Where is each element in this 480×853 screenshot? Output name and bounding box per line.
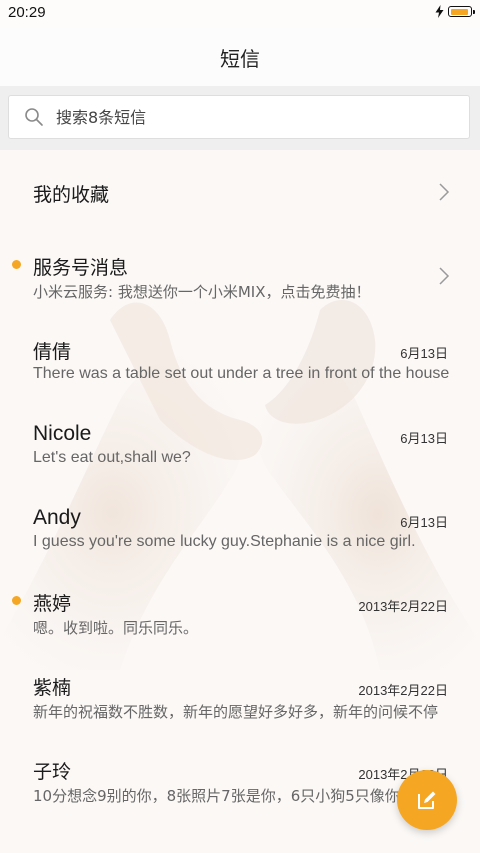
conversation-date: 6月13日 <box>400 346 448 361</box>
conversation-preview: 嗯。收到啦。同乐同乐。 <box>33 619 199 637</box>
conversation-row[interactable]: 服务号消息 小米云服务: 我想送你一个小米MIX，点击免费抽！ <box>0 234 480 318</box>
compose-button[interactable] <box>397 770 457 830</box>
compose-icon <box>418 791 436 809</box>
favorites-row[interactable]: 我的收藏 <box>0 150 480 234</box>
search-input[interactable] <box>56 107 416 127</box>
conversation-name: 服务号消息 <box>33 257 129 279</box>
conversation-name: 子玲 <box>33 761 72 783</box>
conversation-date: 2013年2月22日 <box>358 599 448 614</box>
conversation-date: 6月13日 <box>400 431 448 446</box>
unread-dot <box>12 596 21 605</box>
conversation-preview: There was a table set out under a tree i… <box>33 365 450 382</box>
conversation-row[interactable]: 倩倩 6月13日 There was a table set out under… <box>0 318 480 402</box>
conversation-preview: I guess you're some lucky guy.Stephanie … <box>33 533 416 550</box>
unread-dot <box>12 260 21 269</box>
conversation-preview: Let's eat out,shall we? <box>33 449 191 466</box>
status-icons <box>435 5 475 18</box>
conversation-row[interactable]: Andy 6月13日 I guess you're some lucky guy… <box>0 486 480 570</box>
conversation-name: Nicole <box>33 422 92 445</box>
conversation-row[interactable]: 紫楠 2013年2月22日 新年的祝福数不胜数，新年的愿望好多好多，新年的问候不… <box>0 654 480 738</box>
conversation-date: 6月13日 <box>400 515 448 530</box>
conversation-preview: 10分想念9别的你，8张照片7张是你，6只小狗5只像你 <box>33 787 400 805</box>
chevron-right-icon <box>439 183 450 201</box>
search-icon <box>24 107 44 127</box>
conversation-name: 倩倩 <box>33 341 72 363</box>
chevron-right-icon <box>439 267 450 285</box>
conversation-preview: 小米云服务: 我想送你一个小米MIX，点击免费抽！ <box>33 283 371 301</box>
conversation-date: 2013年2月22日 <box>358 683 448 698</box>
title-bar: 短信 <box>0 28 480 86</box>
search-box[interactable] <box>8 95 470 139</box>
conversation-preview: 新年的祝福数不胜数，新年的愿望好多好多，新年的问候不停 <box>33 703 439 721</box>
conversation-name: Andy <box>33 506 81 529</box>
status-time: 20:29 <box>8 4 46 21</box>
favorites-label: 我的收藏 <box>33 184 110 206</box>
conversation-name: 紫楠 <box>33 677 72 699</box>
conversation-name: 燕婷 <box>33 593 72 615</box>
page-title: 短信 <box>220 46 260 71</box>
conversation-row[interactable]: Nicole 6月13日 Let's eat out,shall we? <box>0 402 480 486</box>
battery-icon <box>448 6 475 17</box>
battery-level-fill <box>450 8 468 15</box>
lightning-icon <box>435 5 444 18</box>
conversation-row[interactable]: 燕婷 2013年2月22日 嗯。收到啦。同乐同乐。 <box>0 570 480 654</box>
search-area <box>0 86 480 150</box>
status-bar: 20:29 <box>0 0 480 28</box>
messages-screen: 20:29 短信 我的收藏 <box>0 0 480 853</box>
